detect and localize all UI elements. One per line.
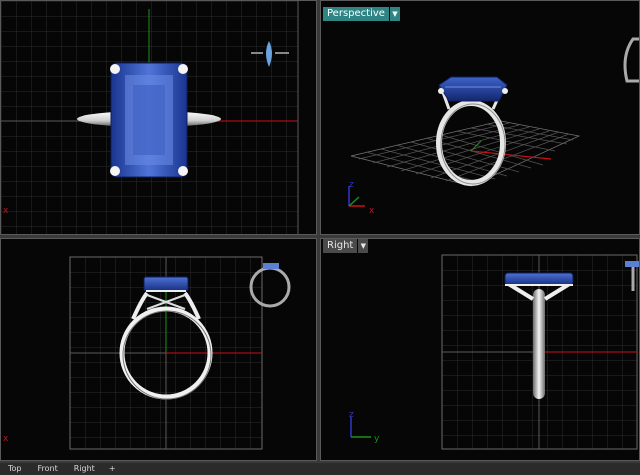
viewport-label-right[interactable]: Right ▼ (323, 239, 369, 253)
viewport-perspective[interactable]: Perspective ▼ z x (320, 0, 640, 235)
prong (178, 166, 188, 176)
viewport-title: Right (323, 239, 358, 253)
gemstone (504, 272, 574, 286)
viewport-tabs: Top Front Right + (0, 463, 640, 475)
chevron-down-icon[interactable]: ▼ (389, 7, 400, 21)
y-axis-label: y (374, 434, 380, 444)
viewport-title: Perspective (323, 7, 389, 21)
view-cube-icon (623, 37, 639, 83)
right-view-canvas: z y (349, 254, 639, 450)
ring-band (533, 289, 545, 399)
chevron-down-icon[interactable]: ▼ (358, 239, 369, 253)
prong (110, 166, 120, 176)
prong (178, 64, 188, 74)
front-view-canvas: x (3, 256, 291, 450)
prong (110, 64, 120, 74)
viewport-right[interactable]: Right ▼ z y (320, 238, 640, 461)
perspective-view-canvas: z x (348, 37, 639, 216)
tab-top[interactable]: Top (0, 463, 30, 475)
x-axis-label: x (3, 206, 9, 216)
x-axis-label: x (369, 206, 375, 216)
add-tab-button[interactable]: + (103, 463, 122, 475)
perspective-grid (350, 120, 581, 187)
x-axis-label: x (3, 434, 9, 444)
viewport-top[interactable]: x (0, 0, 317, 235)
z-axis-label: z (349, 410, 354, 420)
gemstone (438, 76, 508, 102)
tab-right[interactable]: Right (66, 463, 103, 475)
gemstone (143, 276, 189, 292)
z-axis-label: z (349, 180, 354, 190)
viewport-front[interactable]: x (0, 238, 317, 461)
top-view-canvas: x (1, 1, 299, 234)
tab-front[interactable]: Front (30, 463, 66, 475)
viewport-label-perspective[interactable]: Perspective ▼ (323, 7, 400, 21)
